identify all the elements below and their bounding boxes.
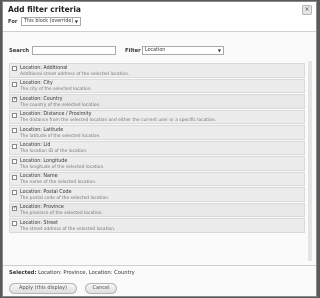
filter-option-checkbox[interactable]: [12, 66, 17, 71]
filter-option-description: The city of the selected location.: [20, 87, 92, 92]
close-icon[interactable]: ×: [302, 5, 312, 15]
filter-label: Filter: [125, 48, 141, 54]
add-filter-dialog: Add filter criteria × For This block (ov…: [2, 1, 317, 297]
filter-option-description: The location ID of the location.: [20, 149, 88, 154]
scrollbar[interactable]: [308, 61, 312, 261]
filter-option-item[interactable]: Location: Name The name of the selected l…: [9, 171, 305, 186]
filter-option-checkbox[interactable]: [12, 143, 17, 149]
apply-button[interactable]: Apply (this display): [9, 283, 77, 294]
filter-option-description: The province of the selected location.: [20, 211, 103, 216]
filter-option-item[interactable]: Location: City The city of the selected l…: [9, 78, 305, 93]
filter-option-description: The postal code of the selected location…: [20, 195, 110, 201]
filter-option-title: Location: Street: [20, 220, 59, 226]
filter-option-checkbox[interactable]: [12, 174, 17, 180]
filter-option-item[interactable]: Location: Street The street address of th…: [9, 218, 305, 233]
chevron-down-icon: ▼: [217, 48, 221, 53]
selected-value: Location: Province, Location: Country: [38, 270, 135, 276]
filter-option-description: The name of the selected location.: [20, 180, 97, 185]
filter-option-description: The country of the selected location.: [20, 102, 101, 108]
filter-option-title: Location: Additional: [20, 65, 68, 71]
selected-summary: Selected: Location: Province, Location: …: [9, 270, 135, 276]
filter-option-description: The latitude of the selected location.: [20, 133, 101, 139]
filter-option-description: The street address of the selected locat…: [20, 226, 116, 232]
filter-option-title: Location: Lid: [20, 143, 51, 148]
filter-option-checkbox[interactable]: [12, 81, 17, 87]
search-label: Search: [9, 48, 30, 54]
filter-option-checkbox[interactable]: ✓: [12, 205, 17, 211]
selected-label: Selected:: [9, 270, 37, 276]
chevron-down-icon: ▼: [74, 19, 78, 24]
filter-option-description: Additional street address of the selecte…: [20, 71, 130, 77]
filter-option-item[interactable]: ✓ Location: Province The province of the s…: [9, 202, 305, 217]
filter-option-item[interactable]: Location: Distance / Proximity The distan…: [9, 109, 305, 124]
filter-option-checkbox[interactable]: [12, 159, 17, 164]
filter-option-title: Location: Name: [20, 174, 58, 179]
dialog-title: Add filter criteria: [8, 5, 81, 14]
filter-option-title: Location: Latitude: [20, 127, 64, 133]
filter-group-value: Location: [145, 48, 166, 53]
filter-option-title: Location: Longitude: [20, 158, 68, 164]
filter-option-list: Location: Additional Additional street ad…: [9, 63, 305, 234]
filter-option-description: The longitude of the selected location.: [20, 164, 105, 170]
filter-option-item[interactable]: ✓ Location: Country The country of the sel…: [9, 94, 305, 109]
for-label: For: [8, 19, 18, 25]
filter-option-item[interactable]: Location: Longitude The longitude of the …: [9, 156, 305, 171]
filter-option-title: Location: Distance / Proximity: [20, 112, 92, 117]
for-display-value: This block (override): [24, 19, 74, 24]
filter-option-description: The distance from the selected location …: [20, 118, 217, 123]
filter-option-item[interactable]: Location: Latitude The latitude of the se…: [9, 125, 305, 140]
filter-option-checkbox[interactable]: [12, 112, 17, 118]
filter-option-item[interactable]: Location: Additional Additional street ad…: [9, 63, 305, 78]
filter-option-title: Location: Postal Code: [20, 189, 72, 195]
footer-divider: [3, 265, 316, 266]
cancel-button[interactable]: Cancel: [85, 283, 117, 294]
filter-option-checkbox[interactable]: [12, 128, 17, 133]
filter-option-title: Location: Province: [20, 205, 64, 210]
dialog-header: Add filter criteria × For This block (ov…: [3, 2, 316, 32]
filter-option-title: Location: Country: [20, 96, 63, 102]
filter-option-checkbox[interactable]: ✓: [12, 97, 17, 102]
filter-group-select[interactable]: Location ▼: [142, 46, 224, 55]
filter-option-checkbox[interactable]: [12, 190, 17, 195]
filter-option-item[interactable]: Location: Lid The location ID of the loca…: [9, 140, 305, 155]
search-input[interactable]: [32, 46, 116, 55]
filter-option-item[interactable]: Location: Postal Code The postal code of …: [9, 187, 305, 202]
filter-option-title: Location: City: [20, 81, 53, 86]
filter-option-checkbox[interactable]: [12, 221, 17, 226]
for-display-select[interactable]: This block (override) ▼: [21, 17, 81, 26]
